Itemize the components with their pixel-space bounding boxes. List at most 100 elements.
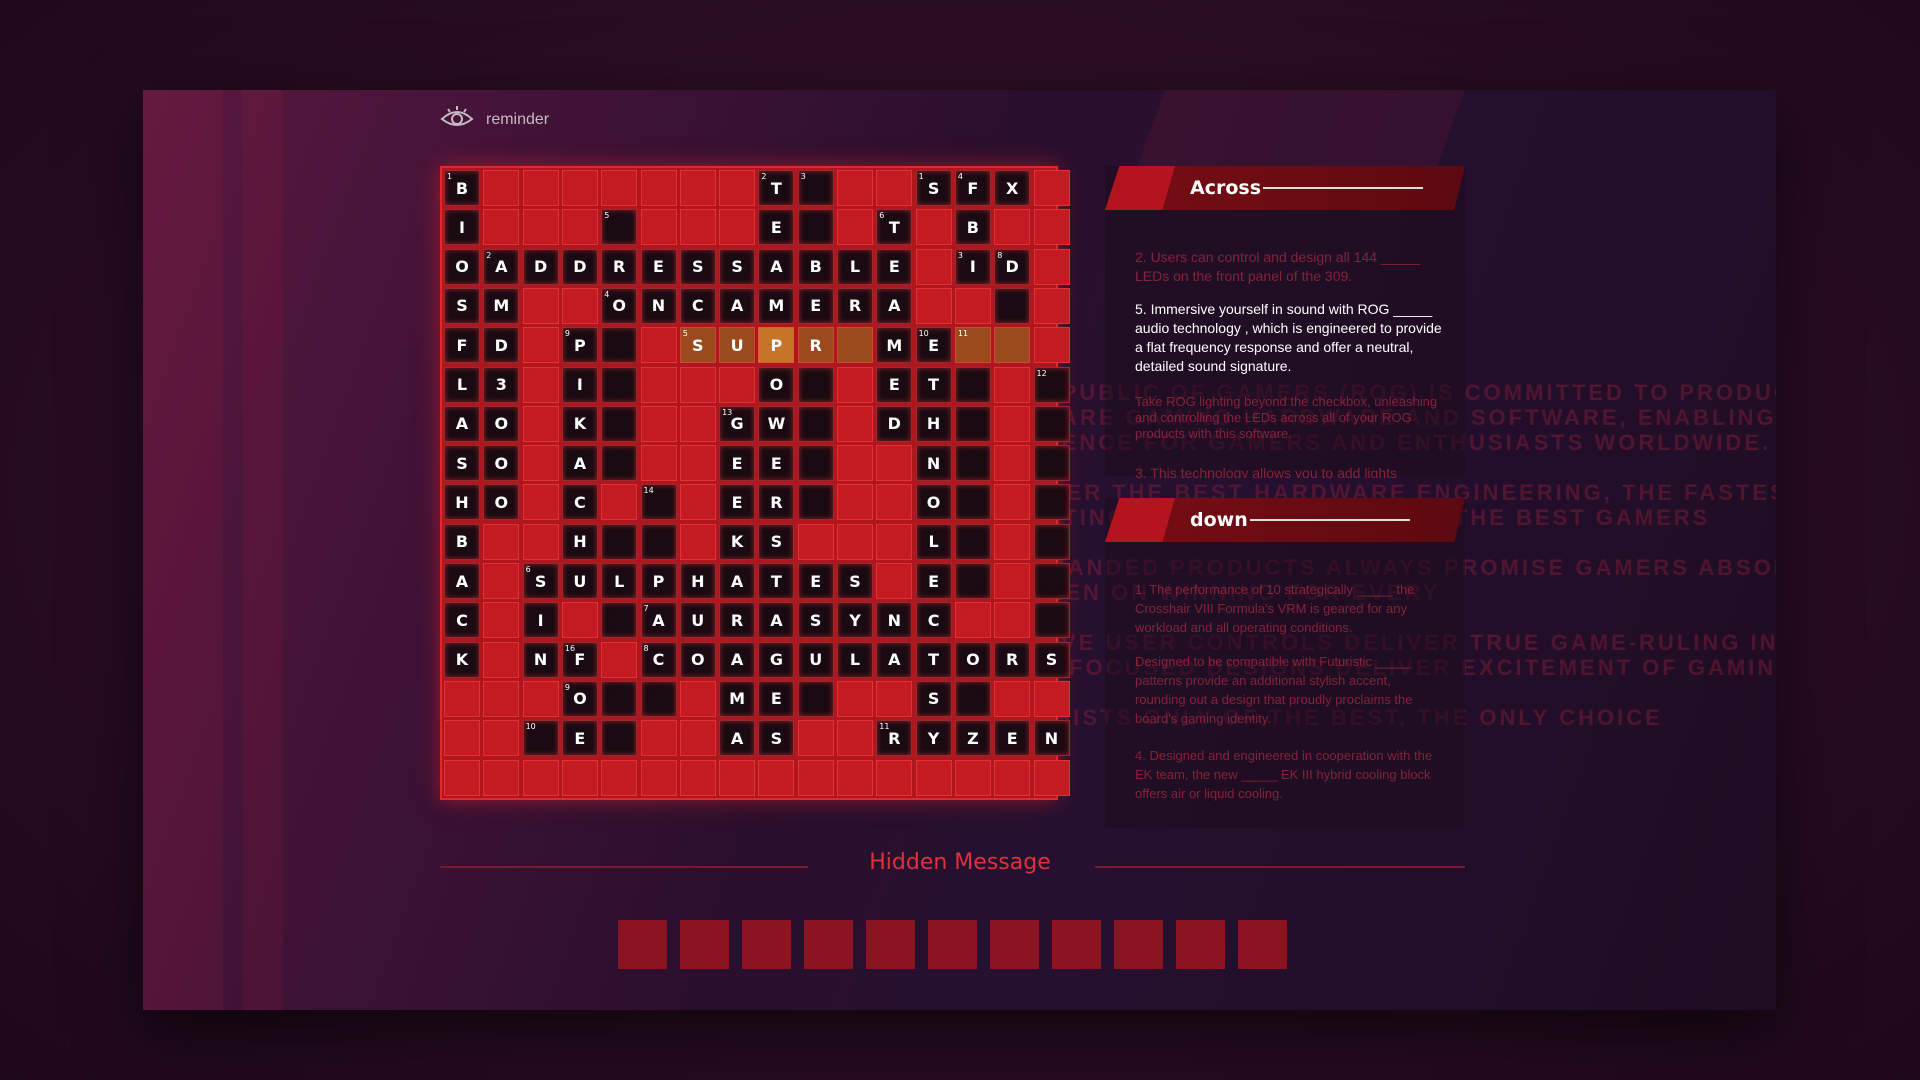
grid-cell[interactable]: A2 (483, 248, 520, 285)
grid-cell[interactable] (1033, 563, 1070, 599)
grid-cell[interactable]: K (444, 641, 480, 678)
across-clue[interactable]: Take ROG lighting beyond the checkbox, u… (1135, 394, 1445, 442)
grid-cell[interactable] (994, 287, 1031, 324)
grid-cell[interactable] (640, 523, 677, 560)
grid-cell[interactable]: M (483, 287, 520, 324)
grid-cell[interactable]: I (444, 209, 480, 246)
grid-cell[interactable]: N (522, 641, 559, 678)
hidden-message-box[interactable] (804, 920, 853, 969)
grid-cell[interactable]: T (758, 563, 795, 599)
grid-cell[interactable]: L (601, 563, 638, 599)
grid-cell[interactable]: A (719, 287, 756, 324)
grid-cell[interactable]: B1 (444, 170, 480, 206)
grid-cell[interactable]: A (758, 248, 795, 285)
grid-cell[interactable]: E (758, 209, 795, 246)
grid-cell[interactable]: Y (915, 720, 952, 757)
grid-cell[interactable]: S (915, 680, 952, 717)
grid-cell[interactable] (1033, 484, 1070, 521)
grid-cell[interactable]: N (1033, 720, 1070, 757)
grid-cell[interactable]: Z (954, 720, 991, 757)
grid-cell[interactable] (797, 484, 834, 521)
grid-cell[interactable]: A (876, 641, 913, 678)
hidden-message-box[interactable] (1114, 920, 1163, 969)
grid-cell[interactable]: T2 (758, 170, 795, 206)
across-clue[interactable]: 3. This technology allows you to add lig… (1135, 464, 1445, 478)
grid-cell[interactable]: O (915, 484, 952, 521)
grid-cell[interactable]: A (561, 445, 598, 482)
grid-cell[interactable]: D (876, 405, 913, 442)
hidden-message-box[interactable] (1238, 920, 1287, 969)
grid-cell[interactable] (954, 680, 991, 717)
grid-cell[interactable]: C8 (640, 641, 677, 678)
grid-cell[interactable]: O (483, 484, 520, 521)
grid-cell[interactable]: C (679, 287, 716, 324)
grid-cell[interactable]: S6 (522, 563, 559, 599)
grid-cell[interactable]: 11 (954, 327, 991, 364)
grid-cell[interactable]: M (758, 287, 795, 324)
grid-cell[interactable]: D (561, 248, 598, 285)
grid-cell[interactable]: R (837, 287, 873, 324)
grid-cell[interactable]: R (719, 602, 756, 639)
grid-cell[interactable]: U (719, 327, 756, 364)
grid-cell[interactable]: B (797, 248, 834, 285)
grid-cell[interactable]: E (876, 248, 913, 285)
hidden-message-box[interactable] (1176, 920, 1225, 969)
hidden-message-box[interactable] (680, 920, 729, 969)
grid-cell[interactable] (601, 720, 638, 757)
grid-cell[interactable] (954, 563, 991, 599)
hidden-message-box[interactable] (742, 920, 791, 969)
grid-cell[interactable] (954, 445, 991, 482)
grid-cell[interactable]: O (483, 405, 520, 442)
grid-cell[interactable]: L (915, 523, 952, 560)
grid-cell[interactable]: R (797, 327, 834, 364)
grid-cell[interactable]: N (915, 445, 952, 482)
grid-cell[interactable]: 3 (797, 170, 834, 206)
grid-cell[interactable]: R (758, 484, 795, 521)
grid-cell[interactable] (601, 602, 638, 639)
grid-cell[interactable] (601, 327, 638, 364)
grid-cell[interactable]: S (797, 602, 834, 639)
grid-cell[interactable]: O9 (561, 680, 598, 717)
grid-cell[interactable]: P9 (561, 327, 598, 364)
grid-cell[interactable]: A (719, 720, 756, 757)
grid-cell[interactable]: H (679, 563, 716, 599)
grid-cell[interactable]: S (1033, 641, 1070, 678)
grid-cell[interactable]: T (915, 366, 952, 403)
grid-cell[interactable]: A (444, 405, 480, 442)
grid-cell[interactable] (1033, 523, 1070, 560)
hidden-message-box[interactable] (618, 920, 667, 969)
grid-cell[interactable]: G 13 (719, 405, 756, 442)
grid-cell[interactable]: B (444, 523, 480, 560)
grid-cell[interactable]: L (837, 641, 873, 678)
grid-cell[interactable]: X (994, 170, 1031, 206)
grid-cell[interactable]: I (561, 366, 598, 403)
grid-cell[interactable]: E (876, 366, 913, 403)
grid-cell[interactable] (954, 405, 991, 442)
across-clue-active[interactable]: 5. Immersive yourself in sound with ROG … (1135, 300, 1445, 376)
grid-cell[interactable]: C (561, 484, 598, 521)
grid-cell[interactable]: U (679, 602, 716, 639)
grid-cell[interactable]: O (444, 248, 480, 285)
grid-cell[interactable]: O (483, 445, 520, 482)
grid-cell[interactable] (640, 680, 677, 717)
grid-cell[interactable]: K (719, 523, 756, 560)
grid-cell[interactable]: H (561, 523, 598, 560)
grid-cell[interactable]: I (522, 602, 559, 639)
grid-cell[interactable]: E (640, 248, 677, 285)
grid-cell[interactable]: R 11 (876, 720, 913, 757)
grid-cell[interactable]: E (561, 720, 598, 757)
grid-cell[interactable] (1033, 405, 1070, 442)
grid-cell[interactable] (994, 327, 1031, 364)
grid-cell[interactable] (954, 523, 991, 560)
grid-cell[interactable]: A (719, 641, 756, 678)
grid-cell[interactable]: A (444, 563, 480, 599)
grid-cell[interactable]: O4 (601, 287, 638, 324)
across-clue[interactable]: 2. Users can control and design all 144 … (1135, 248, 1445, 286)
grid-cell[interactable]: O (954, 641, 991, 678)
grid-cell[interactable] (601, 680, 638, 717)
down-clue[interactable]: 4. Designed and engineered in cooperatio… (1135, 746, 1445, 803)
hidden-message-box[interactable] (928, 920, 977, 969)
grid-cell[interactable]: F 16 (561, 641, 598, 678)
grid-cell[interactable]: M (876, 327, 913, 364)
grid-cell[interactable]: E (719, 445, 756, 482)
